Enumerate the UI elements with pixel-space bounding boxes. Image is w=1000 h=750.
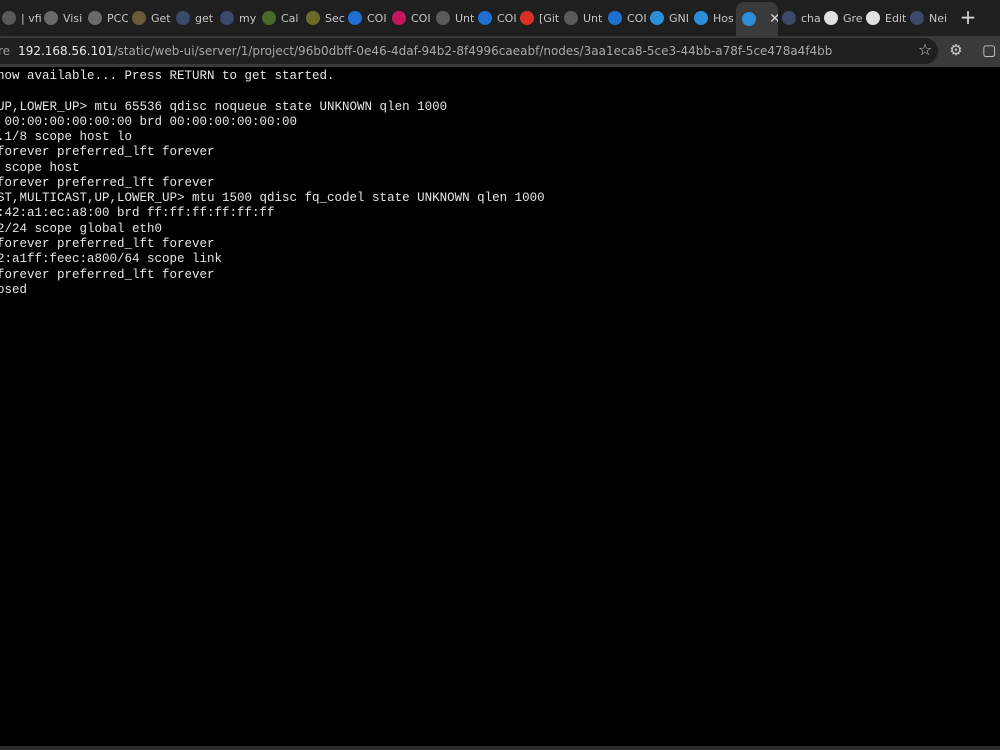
terminal-line: forever preferred_lft forever xyxy=(0,175,215,190)
tab[interactable]: COI xyxy=(392,4,432,32)
tab-favicon-icon xyxy=(436,11,450,25)
tab[interactable]: Gre xyxy=(824,4,864,32)
tab-label: Unt xyxy=(583,11,603,25)
tab[interactable]: | vfi xyxy=(2,4,42,32)
tab-label: [Git xyxy=(539,11,560,25)
tab-favicon-icon xyxy=(262,11,276,25)
tab-label: COI xyxy=(627,11,647,25)
tab-favicon-icon xyxy=(520,11,534,25)
tab[interactable]: Cal xyxy=(262,4,302,32)
tab-favicon-icon xyxy=(220,11,234,25)
terminal-line: 2/24 scope global eth0 xyxy=(0,221,163,236)
favorite-star-icon[interactable]: ☆ xyxy=(916,41,934,59)
tab-favicon-icon xyxy=(742,12,756,26)
tab-favicon-icon xyxy=(866,11,880,25)
tab-label: | vfi xyxy=(21,11,42,25)
tab-active[interactable]: ✕ xyxy=(736,2,778,36)
tab[interactable]: Unt xyxy=(564,4,604,32)
tab-favicon-icon xyxy=(650,11,664,25)
tab-label: cha xyxy=(801,11,821,25)
tab-label: Get xyxy=(151,11,171,25)
tab[interactable]: Visi xyxy=(44,4,84,32)
terminal-line: :42:a1:ec:a8:00 brd ff:ff:ff:ff:ff:ff xyxy=(0,206,275,221)
tab-favicon-icon xyxy=(782,11,796,25)
tab-label: COI xyxy=(497,11,517,25)
tab[interactable]: Sec xyxy=(306,4,346,32)
tab[interactable]: Edit xyxy=(866,4,906,32)
tab-label: Visi xyxy=(63,11,83,25)
tab[interactable]: get xyxy=(176,4,216,32)
tab-favicon-icon xyxy=(132,11,146,25)
tab[interactable]: my xyxy=(220,4,260,32)
tab[interactable]: COI xyxy=(348,4,388,32)
terminal-line: .1/8 scope host lo xyxy=(0,130,133,145)
terminal-console[interactable]: now available... Press RETURN to get sta… xyxy=(0,67,1000,750)
tab-label: GNI xyxy=(669,11,689,25)
tab-label: COI xyxy=(411,11,431,25)
url-path: /static/web-ui/server/1/project/96b0dbff… xyxy=(113,44,833,58)
tab-favicon-icon xyxy=(88,11,102,25)
terminal-line: forever preferred_lft forever xyxy=(0,267,215,282)
tab[interactable]: COI xyxy=(608,4,648,32)
tab-favicon-icon xyxy=(694,11,708,25)
tab-label: Gre xyxy=(843,11,863,25)
tab-favicon-icon xyxy=(824,11,838,25)
tab[interactable]: Get xyxy=(132,4,172,32)
address-prefix: re xyxy=(0,44,11,58)
tab-label: COI xyxy=(367,11,387,25)
terminal-line: UP,LOWER_UP> mtu 65536 qdisc noqueue sta… xyxy=(0,99,448,114)
browser-toolbar: re 192.168.56.101 /static/web-ui/server/… xyxy=(0,36,1000,67)
tab-favicon-icon xyxy=(392,11,406,25)
tab[interactable]: Unt xyxy=(436,4,476,32)
tab-favicon-icon xyxy=(910,11,924,25)
tab[interactable]: Hos xyxy=(694,4,734,32)
tab-favicon-icon xyxy=(564,11,578,25)
tab[interactable]: PCC xyxy=(88,4,128,32)
terminal-line: ST,MULTICAST,UP,LOWER_UP> mtu 1500 qdisc… xyxy=(0,191,545,206)
terminal-line: now available... Press RETURN to get sta… xyxy=(0,69,335,83)
tab-label: PCC xyxy=(107,11,128,25)
address-bar[interactable]: re 192.168.56.101 /static/web-ui/server/… xyxy=(0,38,938,64)
terminal-line: forever preferred_lft forever xyxy=(0,236,215,251)
tab-favicon-icon xyxy=(306,11,320,25)
tab-label: Edit xyxy=(885,11,906,25)
terminal-line: forever preferred_lft forever xyxy=(0,145,215,160)
tab-favicon-icon xyxy=(348,11,362,25)
terminal-line: 2:a1ff:feec:a800/64 scope link xyxy=(0,252,223,267)
tab-label: my xyxy=(239,11,257,25)
tab-favicon-icon xyxy=(478,11,492,25)
tab-favicon-icon xyxy=(2,11,16,25)
tab-favicon-icon xyxy=(176,11,190,25)
tab-favicon-icon xyxy=(608,11,622,25)
tab-favicon-icon xyxy=(44,11,58,25)
tab[interactable]: COI xyxy=(478,4,518,32)
close-tab-icon[interactable]: ✕ xyxy=(769,12,778,26)
sidebar-icon[interactable]: ▢ xyxy=(982,41,1000,59)
extensions-icon[interactable]: ⚙ xyxy=(947,41,965,59)
tab-label: Nei xyxy=(929,11,948,25)
tab[interactable]: Nei xyxy=(910,4,954,32)
bottom-edge xyxy=(0,746,1000,750)
terminal-line: 00:00:00:00:00:00 brd 00:00:00:00:00:00 xyxy=(0,114,298,129)
tab[interactable]: GNI xyxy=(650,4,690,32)
tab-label: Sec xyxy=(325,11,345,25)
terminal-line: scope host xyxy=(0,160,80,175)
url-host: 192.168.56.101 xyxy=(18,44,114,58)
tab-label: Cal xyxy=(281,11,299,25)
terminal-line: osed xyxy=(0,282,28,297)
tab[interactable]: cha xyxy=(782,4,822,32)
tab-strip: | vfi Visi PCC Get get my Cal Sec COI COI Unt COI [G… xyxy=(0,0,1000,36)
tab-label: get xyxy=(195,11,214,25)
tab-label: Hos xyxy=(713,11,734,25)
tab[interactable]: [Git xyxy=(520,4,560,32)
new-tab-button[interactable]: + xyxy=(958,6,978,28)
tab-label: Unt xyxy=(455,11,475,25)
